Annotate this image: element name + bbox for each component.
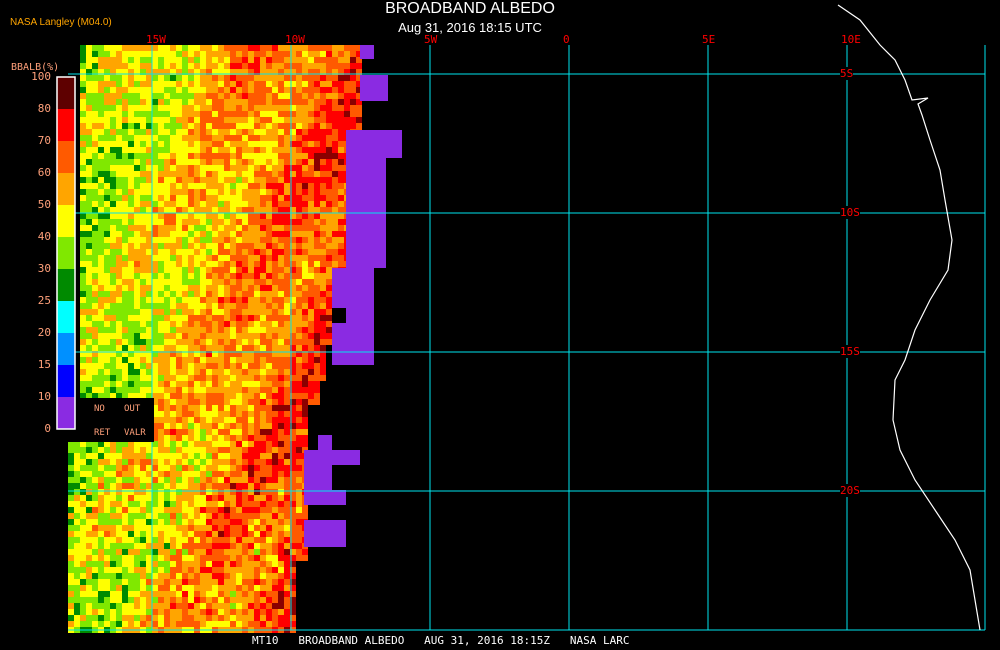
ret-label: RET <box>94 428 111 438</box>
legend-tick-label: 0 <box>44 422 51 435</box>
lon-label: 0 <box>563 33 570 46</box>
legend-swatch <box>57 269 75 301</box>
legend-tick-label: 100 <box>31 70 51 83</box>
lat-label: 10S <box>840 206 860 219</box>
legend-tick-label: 50 <box>37 198 51 211</box>
lon-label: 15W <box>146 33 166 46</box>
legend-tick-label: 20 <box>37 326 51 339</box>
legend-tick-label: 15 <box>37 358 51 371</box>
legend-swatch <box>57 77 75 109</box>
legend-tick-label: 40 <box>37 230 51 243</box>
lat-label: 5S <box>840 67 854 80</box>
legend-swatch <box>57 301 75 333</box>
legend-swatch <box>57 109 75 141</box>
lon-label: 5E <box>702 33 716 46</box>
credit-label: NASA Langley (M04.0) <box>10 17 112 28</box>
no-label: NO <box>94 404 105 414</box>
legend-tick-label: 10 <box>37 390 51 403</box>
lat-label: 15S <box>840 345 860 358</box>
legend-swatch <box>57 333 75 365</box>
legend-swatch <box>57 205 75 237</box>
valr-label: VALR <box>124 428 146 438</box>
legend-tick-label: 30 <box>37 262 51 275</box>
coastline <box>837 4 981 631</box>
lon-label: 10E <box>841 33 861 46</box>
legend-tick-label: 70 <box>37 134 51 147</box>
lat-label: 20S <box>840 484 860 497</box>
legend-swatch <box>57 173 75 205</box>
lon-label: 10W <box>285 33 305 46</box>
lon-label: 5W <box>424 33 438 46</box>
map-subtitle: Aug 31, 2016 18:15 UTC <box>398 20 542 35</box>
legend-tick-label: 80 <box>37 102 51 115</box>
albedo-map <box>56 4 986 633</box>
legend-swatch <box>57 237 75 269</box>
legend-tick-label: 25 <box>37 294 51 307</box>
legend-tick-label: 60 <box>37 166 51 179</box>
map-title: BROADBAND ALBEDO <box>385 0 555 17</box>
out-label: OUT <box>124 404 141 414</box>
legend-swatch <box>57 365 75 397</box>
footer-caption: MT10 BROADBAND ALBEDO AUG 31, 2016 18:15… <box>252 634 630 647</box>
legend-swatch <box>57 141 75 173</box>
legend-swatch <box>57 397 75 429</box>
